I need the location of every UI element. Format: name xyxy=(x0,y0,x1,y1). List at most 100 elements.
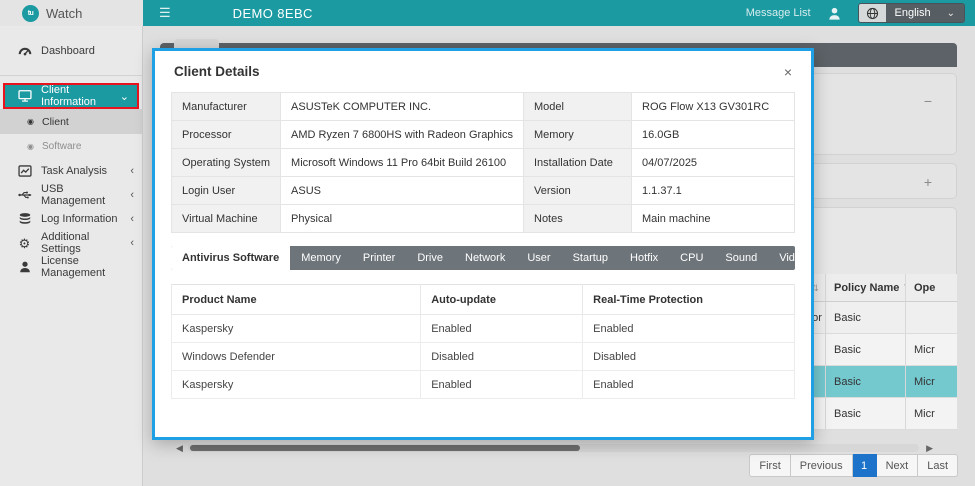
table-row[interactable]: ator Basic xyxy=(801,302,957,334)
detail-value: ASUSTeK COMPUTER INC. xyxy=(281,93,524,121)
scroll-right-arrow-icon[interactable]: ▶ xyxy=(926,443,933,454)
brand-logo-icon: tu xyxy=(22,5,39,22)
language-dropdown[interactable]: English ⌄ xyxy=(886,4,964,22)
sidebar-item-dashboard[interactable]: Dashboard xyxy=(0,39,142,63)
detail-value: ASUS xyxy=(281,177,524,205)
detail-label: Virtual Machine xyxy=(172,205,281,233)
sidebar-subitem-software[interactable]: ◉ Software xyxy=(0,134,142,159)
app-window: tu Watch ☰ DEMO 8EBC Message List Englis… xyxy=(0,0,975,486)
tab-video[interactable]: Video xyxy=(768,246,795,270)
pagination-first-button[interactable]: First xyxy=(749,454,790,477)
column-header-real-time-protection: Real-Time Protection xyxy=(583,285,795,315)
detail-label: Model xyxy=(524,93,632,121)
detail-label: Processor xyxy=(172,121,281,149)
chevron-down-icon: ⌄ xyxy=(947,8,955,19)
column-header-product-name: Product Name xyxy=(172,285,421,315)
antivirus-row: Windows Defender Disabled Disabled xyxy=(172,343,795,371)
sidebar-item-label: Client Information xyxy=(41,84,111,108)
scroll-left-arrow-icon[interactable]: ◀ xyxy=(176,443,183,454)
tab-user[interactable]: User xyxy=(516,246,561,270)
column-header-operating-system[interactable]: Ope xyxy=(905,274,957,301)
tab-hotfix[interactable]: Hotfix xyxy=(619,246,669,270)
table-row[interactable]: Basic Micr xyxy=(801,334,957,366)
tab-sound[interactable]: Sound xyxy=(714,246,768,270)
antivirus-row: Kaspersky Enabled Enabled xyxy=(172,315,795,343)
tab-antivirus-software[interactable]: Antivirus Software xyxy=(171,246,290,270)
detail-value: 04/07/2025 xyxy=(632,149,795,177)
client-details-modal: Client Details × Manufacturer ASUSTeK CO… xyxy=(152,48,814,440)
table-row-selected[interactable]: Basic Micr xyxy=(801,366,957,398)
pagination-next-button[interactable]: Next xyxy=(877,454,919,477)
background-client-table: r⇅ Policy Name⇅ Ope ator Basic Basic Mic… xyxy=(801,274,957,430)
detail-row: Operating System Microsoft Windows 11 Pr… xyxy=(172,149,795,177)
top-bar-right: Message List English ⌄ xyxy=(746,3,975,23)
sidebar-subitem-client[interactable]: ◉ Client xyxy=(0,109,142,134)
detail-label: Operating System xyxy=(172,149,281,177)
collapse-button[interactable]: − xyxy=(924,94,932,108)
sidebar-item-license-management[interactable]: License Management xyxy=(0,255,142,279)
detail-row: Processor AMD Ryzen 7 6800HS with Radeon… xyxy=(172,121,795,149)
bullet-icon: ◉ xyxy=(27,143,34,151)
tab-drive[interactable]: Drive xyxy=(406,246,454,270)
chevron-down-icon: ⌄ xyxy=(120,90,129,103)
antivirus-row: Kaspersky Enabled Enabled xyxy=(172,371,795,399)
sidebar-item-label: License Management xyxy=(41,255,134,279)
table-row[interactable]: Basic Micr xyxy=(801,398,957,430)
sidebar-item-client-information[interactable]: Client Information ⌄ xyxy=(3,83,139,109)
info-tab-bar: Antivirus Software Memory Printer Drive … xyxy=(171,246,795,270)
person-icon xyxy=(17,260,32,275)
detail-label: Manufacturer xyxy=(172,93,281,121)
pagination-page-1-button[interactable]: 1 xyxy=(853,454,877,477)
hamburger-menu-icon[interactable]: ☰ xyxy=(159,5,171,21)
detail-label: Notes xyxy=(524,205,632,233)
detail-value: 1.1.37.1 xyxy=(632,177,795,205)
brand-name: Watch xyxy=(46,6,82,21)
user-icon[interactable] xyxy=(827,6,842,21)
gauge-icon xyxy=(17,44,32,59)
detail-row: Login User ASUS Version 1.1.37.1 xyxy=(172,177,795,205)
sidebar-item-usb-management[interactable]: USB Management ‹ xyxy=(0,183,142,207)
chevron-left-icon: ‹ xyxy=(130,165,134,177)
detail-value: 16.0GB xyxy=(632,121,795,149)
pagination: First Previous 1 Next Last xyxy=(749,454,958,477)
modal-header: Client Details × xyxy=(155,51,811,87)
sidebar-item-log-information[interactable]: Log Information ‹ xyxy=(0,207,142,231)
tab-network[interactable]: Network xyxy=(454,246,516,270)
brand: tu Watch xyxy=(0,0,143,26)
horizontal-scrollbar[interactable] xyxy=(188,444,919,452)
detail-row: Virtual Machine Physical Notes Main mach… xyxy=(172,205,795,233)
scrollbar-thumb[interactable] xyxy=(190,445,580,451)
client-details-table: Manufacturer ASUSTeK COMPUTER INC. Model… xyxy=(171,92,795,233)
tab-printer[interactable]: Printer xyxy=(352,246,406,270)
column-header-auto-update: Auto-update xyxy=(421,285,583,315)
pagination-last-button[interactable]: Last xyxy=(918,454,958,477)
antivirus-table-header-row: Product Name Auto-update Real-Time Prote… xyxy=(172,285,795,315)
sidebar-item-label: Client xyxy=(42,116,69,128)
top-bar: tu Watch ☰ DEMO 8EBC Message List Englis… xyxy=(0,0,975,26)
sidebar-item-label: Additional Settings xyxy=(41,231,121,255)
sidebar-item-additional-settings[interactable]: ⚙ Additional Settings ‹ xyxy=(0,231,142,255)
tab-memory[interactable]: Memory xyxy=(290,246,352,270)
column-header-policy-name[interactable]: Policy Name⇅ xyxy=(825,274,905,301)
database-icon xyxy=(17,212,32,227)
sidebar-item-label: USB Management xyxy=(41,183,121,207)
detail-label: Version xyxy=(524,177,632,205)
pagination-previous-button[interactable]: Previous xyxy=(791,454,853,477)
sidebar-item-label: Dashboard xyxy=(41,45,95,57)
chevron-left-icon: ‹ xyxy=(130,213,134,225)
sidebar-item-task-analysis[interactable]: Task Analysis ‹ xyxy=(0,159,142,183)
sidebar-item-label: Task Analysis xyxy=(41,165,107,177)
detail-row: Manufacturer ASUSTeK COMPUTER INC. Model… xyxy=(172,93,795,121)
tab-cpu[interactable]: CPU xyxy=(669,246,714,270)
sidebar-divider xyxy=(0,75,142,76)
chevron-left-icon: ‹ xyxy=(130,189,134,201)
close-icon[interactable]: × xyxy=(784,65,792,79)
expand-button[interactable]: + xyxy=(924,175,932,189)
language-selector[interactable]: English ⌄ xyxy=(858,3,965,23)
detail-label: Memory xyxy=(524,121,632,149)
usb-icon xyxy=(17,188,32,203)
tab-startup[interactable]: Startup xyxy=(562,246,619,270)
message-list-link[interactable]: Message List xyxy=(746,7,811,19)
detail-label: Login User xyxy=(172,177,281,205)
sidebar-item-label: Software xyxy=(42,141,81,152)
